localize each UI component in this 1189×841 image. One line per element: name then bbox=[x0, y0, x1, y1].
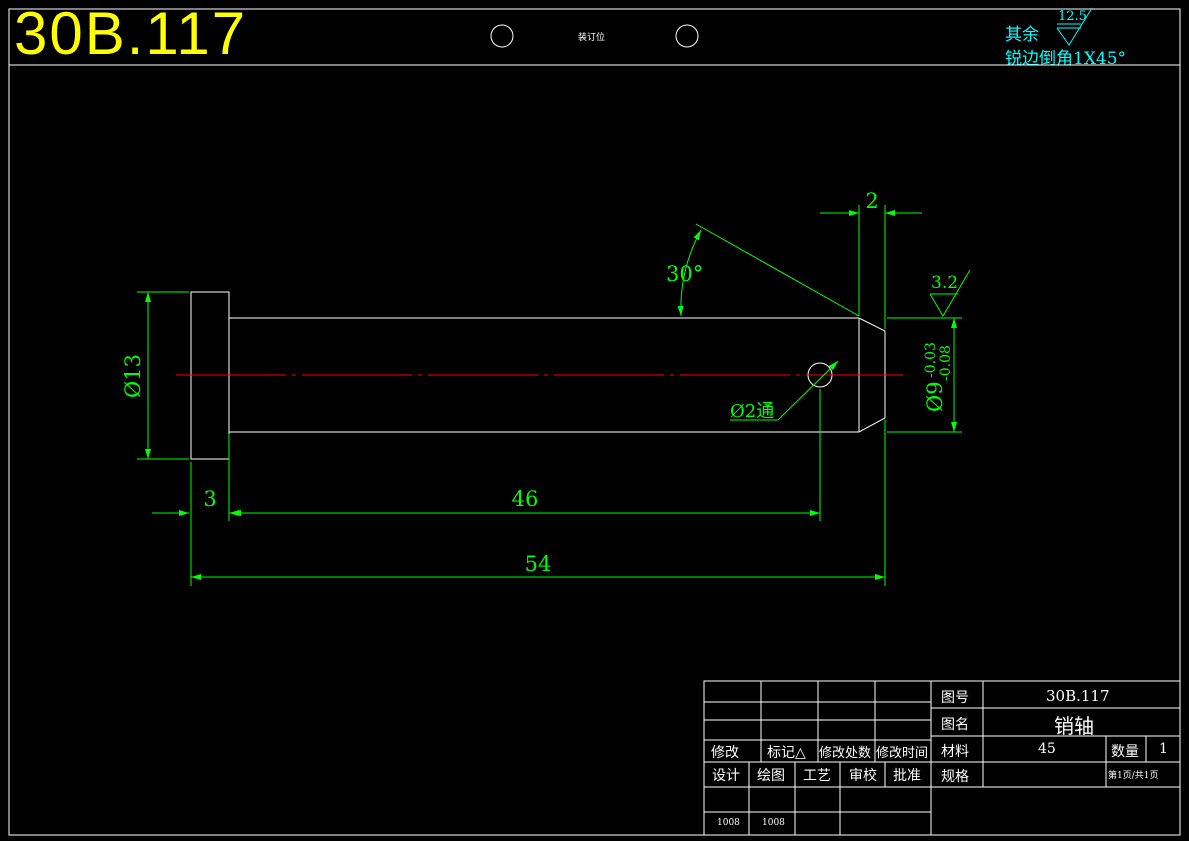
material-label: 材料 bbox=[941, 744, 969, 760]
dim-hole-dia-text: Ø2通 bbox=[730, 401, 774, 422]
rev-header-modify: 修改 bbox=[711, 745, 739, 761]
dim-head-dia-text: Ø13 bbox=[121, 354, 145, 398]
sign-header-process: 工艺 bbox=[803, 768, 831, 784]
dim-hole-leader bbox=[777, 360, 839, 421]
dim-chamfer-len-text: 2 bbox=[865, 189, 878, 213]
dim-angle-ext-line bbox=[695, 223, 860, 317]
dim-chamfer-angle-text: 30° bbox=[666, 262, 703, 286]
rev-header-mark: 标记△ bbox=[767, 745, 806, 761]
dim-head-len-text: 3 bbox=[203, 487, 216, 511]
sign-header-draw: 绘图 bbox=[757, 768, 785, 784]
rev-header-count: 修改处数 bbox=[819, 746, 872, 761]
name-value: 销轴 bbox=[1054, 714, 1094, 738]
sign-value-design: 1008 bbox=[717, 818, 740, 828]
drawing-no-value: 30B.117 bbox=[1046, 687, 1110, 705]
spec-label: 规格 bbox=[941, 769, 969, 785]
qty-label: 数量 bbox=[1111, 744, 1139, 760]
dim-roughness-shaft-text: 3.2 bbox=[931, 273, 958, 293]
dim-shaft-tol-lower: -0.08 bbox=[938, 345, 954, 381]
dim-hole-pos-text: 46 bbox=[512, 487, 539, 511]
material-value: 45 bbox=[1038, 741, 1056, 757]
sign-header-design: 设计 bbox=[712, 768, 740, 784]
dim-shaft-tol-upper: -0.03 bbox=[923, 342, 939, 378]
sign-header-approve: 批准 bbox=[893, 768, 921, 784]
sign-header-check: 审校 bbox=[849, 768, 877, 784]
dim-total-len-text: 54 bbox=[525, 552, 552, 576]
binding-hole-right-icon bbox=[675, 24, 699, 48]
drawing-no-label: 图号 bbox=[941, 690, 969, 706]
drawing-canvas: 12.5 Ø13 3 46 54 2 30° Ø2通 Ø9 -0.03 -0.0… bbox=[8, 7, 1181, 836]
dimension-lines bbox=[137, 205, 962, 586]
sign-value-draw: 1008 bbox=[762, 818, 785, 828]
rev-header-time: 修改时间 bbox=[876, 746, 929, 761]
general-roughness-value: 12.5 bbox=[1058, 9, 1087, 24]
name-label: 图名 bbox=[941, 717, 969, 733]
dim-shaft-dia-text: Ø9 bbox=[923, 381, 947, 412]
drawing-frame bbox=[8, 8, 1181, 836]
page-info: 第1页/共1页 bbox=[1108, 771, 1159, 781]
binding-hole-left-icon bbox=[490, 24, 514, 48]
qty-value: 1 bbox=[1159, 741, 1168, 757]
